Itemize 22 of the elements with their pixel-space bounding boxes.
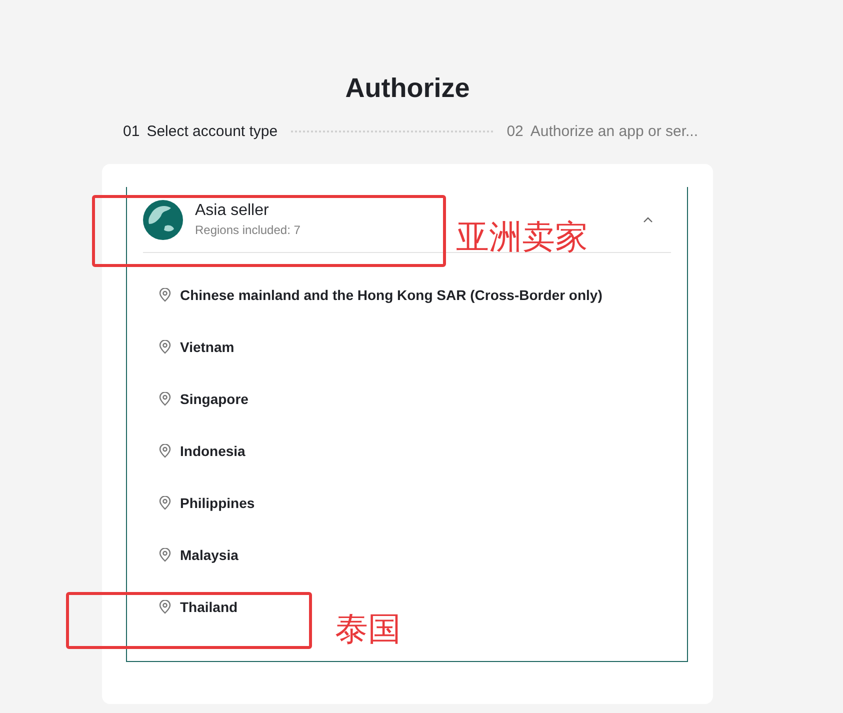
location-pin-icon xyxy=(159,496,171,510)
region-name: Indonesia xyxy=(180,443,246,459)
chevron-icon xyxy=(643,216,653,222)
region-name: Chinese mainland and the Hong Kong SAR (Cross-Border only) xyxy=(180,287,602,303)
location-pin-icon xyxy=(159,392,171,406)
location-pin-icon xyxy=(159,548,171,562)
annotation-label: 泰国 xyxy=(335,609,401,649)
region-name: Vietnam xyxy=(180,339,234,355)
account-type-name: Asia seller xyxy=(195,202,270,220)
globe-icon xyxy=(143,200,183,240)
location-pin-icon xyxy=(159,444,171,458)
page-title: Authorize xyxy=(344,72,471,105)
location-pin-icon xyxy=(159,600,171,614)
region-name: Thailand xyxy=(180,599,238,615)
step-tab[interactable]: 01 Select account type xyxy=(123,123,278,140)
region-name: Philippines xyxy=(180,495,255,511)
annotation-label: 亚洲卖家 xyxy=(456,217,588,257)
region-name: Singapore xyxy=(180,391,248,407)
location-pin-icon xyxy=(159,288,171,302)
location-pin-icon xyxy=(159,340,171,354)
step-tab[interactable]: 02 Authorize an app or ser... xyxy=(506,123,698,140)
region-name: Malaysia xyxy=(180,547,238,563)
